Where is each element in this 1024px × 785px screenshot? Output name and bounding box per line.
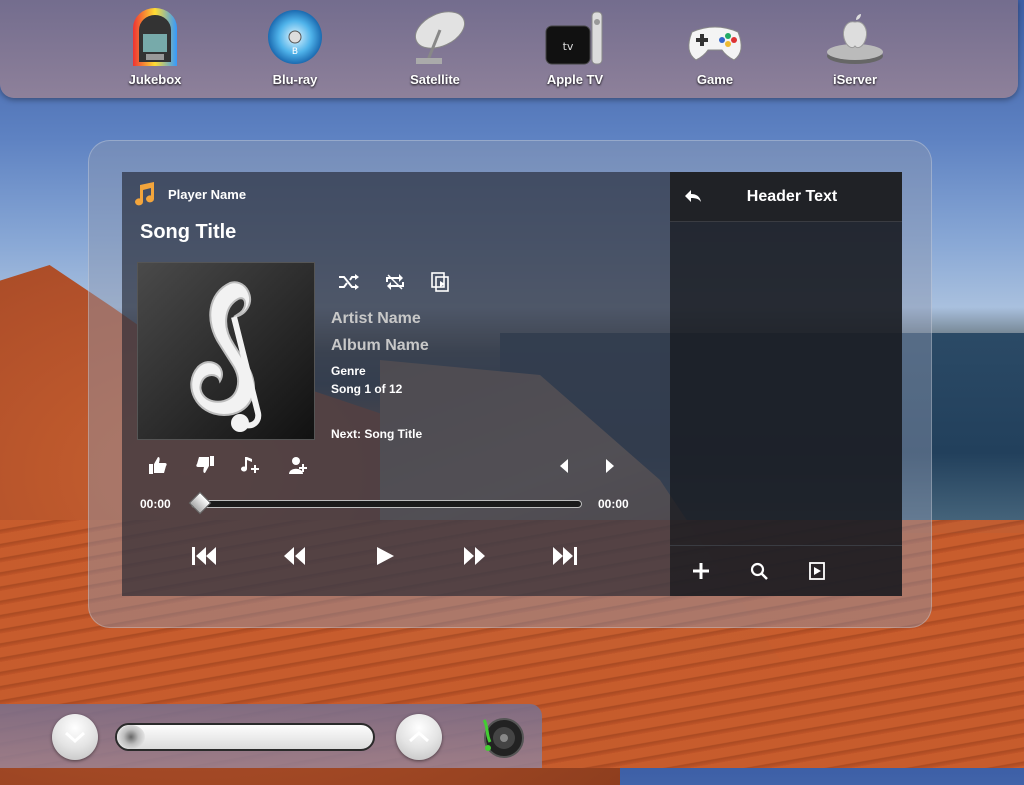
player-name: Player Name bbox=[168, 187, 247, 202]
satellite-dish-icon bbox=[402, 8, 468, 66]
shuffle-icon[interactable] bbox=[338, 272, 360, 292]
thumbs-down-icon[interactable] bbox=[195, 455, 215, 475]
skip-back-icon[interactable] bbox=[191, 545, 217, 567]
next-page-icon[interactable] bbox=[604, 458, 616, 474]
chevron-down-icon bbox=[65, 731, 85, 744]
rewind-icon[interactable] bbox=[282, 545, 306, 567]
dock-item-satellite[interactable]: Satellite bbox=[380, 8, 490, 94]
play-icon[interactable] bbox=[374, 545, 396, 567]
dock-label: Jukebox bbox=[128, 72, 182, 87]
dock-label: iServer bbox=[832, 72, 878, 87]
volume-slider[interactable] bbox=[115, 723, 375, 751]
dock-item-apple-tv[interactable]: tv Apple TV bbox=[520, 8, 630, 94]
volume-up-button[interactable] bbox=[396, 714, 442, 760]
iserver-icon bbox=[822, 8, 888, 66]
dock-item-jukebox[interactable]: Jukebox bbox=[100, 8, 210, 94]
dock-item-bluray[interactable]: B Blu-ray bbox=[240, 8, 350, 94]
artist-name: Artist Name bbox=[331, 310, 421, 327]
chevron-up-icon bbox=[409, 730, 429, 743]
sidebar-header-text: Header Text bbox=[746, 188, 838, 205]
gamepad-icon bbox=[682, 8, 748, 66]
next-song: Next: Song Title bbox=[331, 427, 423, 441]
add-song-icon[interactable] bbox=[241, 455, 261, 475]
dock-label: Satellite bbox=[410, 72, 460, 87]
sidebar-header: Header Text bbox=[670, 172, 902, 222]
skip-forward-icon[interactable] bbox=[552, 545, 578, 567]
fast-forward-icon[interactable] bbox=[463, 545, 487, 567]
dock-label: Blu-ray bbox=[272, 72, 318, 87]
album-name: Album Name bbox=[331, 337, 429, 354]
add-icon[interactable] bbox=[692, 562, 710, 580]
jukebox-icon bbox=[122, 8, 188, 66]
sidebar-footer bbox=[670, 545, 902, 596]
apple-tv-icon: tv bbox=[542, 8, 608, 66]
repeat-icon[interactable] bbox=[384, 272, 406, 292]
volume-knob[interactable] bbox=[117, 725, 145, 749]
dock-item-game[interactable]: Game bbox=[660, 8, 770, 94]
search-icon[interactable] bbox=[750, 562, 768, 580]
browse-sidebar: Header Text bbox=[670, 172, 902, 596]
track-count: Song 1 of 12 bbox=[331, 382, 403, 396]
svg-text:B: B bbox=[292, 47, 298, 57]
now-playing-icon[interactable] bbox=[809, 562, 825, 580]
queue-icon[interactable] bbox=[431, 272, 449, 292]
add-artist-icon[interactable] bbox=[288, 455, 308, 475]
bluray-disc-icon: B bbox=[262, 8, 328, 66]
time-elapsed: 00:00 bbox=[140, 497, 171, 511]
speaker-icon[interactable] bbox=[478, 712, 526, 760]
dock-item-iserver[interactable]: iServer bbox=[800, 8, 910, 94]
time-total: 00:00 bbox=[598, 497, 629, 511]
genre: Genre bbox=[331, 364, 366, 378]
previous-page-icon[interactable] bbox=[558, 458, 570, 474]
music-note-icon bbox=[132, 181, 156, 207]
progress-track[interactable] bbox=[191, 500, 582, 508]
treble-clef-icon bbox=[190, 281, 262, 432]
svg-text:tv: tv bbox=[563, 40, 574, 53]
dock-label: Apple TV bbox=[546, 72, 604, 87]
dock-label: Game bbox=[696, 72, 734, 87]
volume-down-button[interactable] bbox=[52, 714, 98, 760]
album-art bbox=[137, 262, 315, 440]
top-dock: Jukebox B Blu-ray Satellite tv Apple TV … bbox=[0, 0, 1018, 98]
thumbs-up-icon[interactable] bbox=[148, 455, 168, 475]
sidebar-list[interactable] bbox=[670, 222, 902, 546]
song-title: Song Title bbox=[140, 221, 237, 243]
